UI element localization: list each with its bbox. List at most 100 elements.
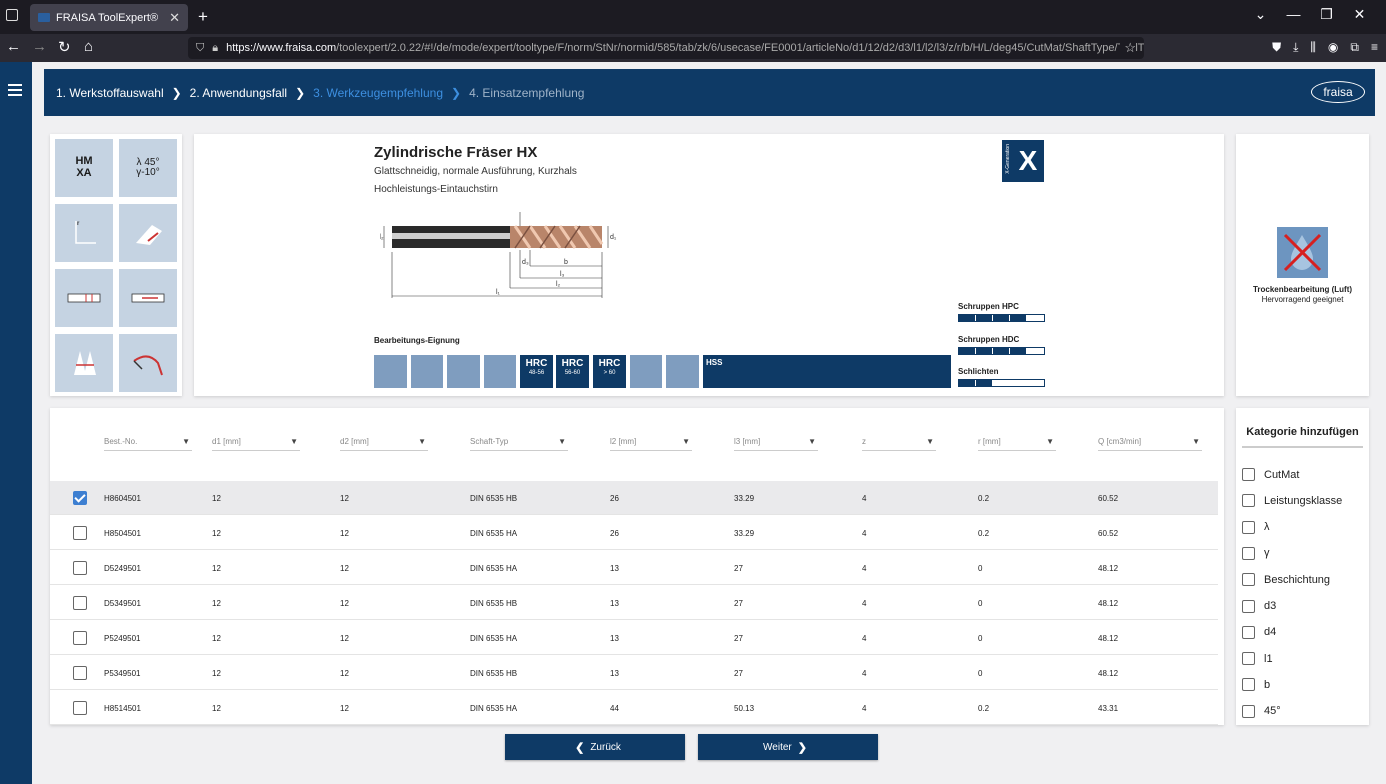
category-checkbox[interactable]: [1242, 468, 1255, 481]
extensions-icon[interactable]: ⧉: [1350, 40, 1359, 55]
bookmark-star-icon[interactable]: ☆: [1120, 40, 1136, 56]
tab-list-icon[interactable]: [6, 9, 18, 21]
header-l2[interactable]: l2 [mm] ▼: [610, 433, 692, 451]
category-item[interactable]: b: [1242, 678, 1270, 692]
category-item[interactable]: l1: [1242, 652, 1273, 666]
next-button[interactable]: Weiter ❯: [698, 734, 878, 760]
x-generation-logo: X-Generation X: [1002, 140, 1044, 182]
list-all-tabs-icon[interactable]: ⌄: [1244, 6, 1277, 23]
cell-d2: 12: [340, 529, 349, 538]
home-icon[interactable]: ⌂: [84, 38, 93, 55]
table-row[interactable]: P5249501 12 12 DIN 6535 HA 13 27 4 0 48.12: [50, 621, 1218, 655]
library-icon[interactable]: ⫼: [1310, 40, 1316, 55]
step-werkstoffauswahl[interactable]: 1. Werkstoffauswahl ❯: [56, 86, 190, 100]
table-row[interactable]: D5249501 12 12 DIN 6535 HA 13 27 4 0 48.12: [50, 551, 1218, 585]
download-icon[interactable]: ⤓: [1293, 40, 1298, 55]
category-item[interactable]: Leistungsklasse: [1242, 494, 1342, 508]
step-anwendungsfall[interactable]: 2. Anwendungsfall ❯: [190, 86, 313, 100]
row-checkbox[interactable]: [73, 491, 87, 505]
pocket-icon[interactable]: ⛊: [1272, 40, 1281, 55]
cell-d1: 12: [212, 564, 221, 573]
cell-z: 4: [862, 564, 867, 573]
hamburger-menu-icon[interactable]: [8, 84, 22, 99]
table-row[interactable]: D5349501 12 12 DIN 6535 HB 13 27 4 0 48.12: [50, 586, 1218, 620]
cell-shaft: DIN 6535 HA: [470, 529, 518, 538]
header-d1[interactable]: d1 [mm] ▼: [212, 433, 300, 451]
category-item[interactable]: 45°: [1242, 704, 1281, 718]
category-item[interactable]: λ: [1242, 520, 1270, 534]
category-item[interactable]: d4: [1242, 625, 1276, 639]
category-checkbox[interactable]: [1242, 599, 1255, 613]
cell-r: 0.2: [978, 494, 990, 503]
step-werkzeugempfehlung[interactable]: 3. Werkzeugempfehlung ❯: [313, 86, 469, 100]
close-tab-icon[interactable]: ✕: [169, 10, 180, 26]
step-einsatzempfehlung[interactable]: 4. Einsatzempfehlung: [469, 86, 584, 100]
category-checkbox[interactable]: [1242, 520, 1255, 534]
row-checkbox[interactable]: [73, 561, 87, 575]
close-window-icon[interactable]: ✕: [1343, 6, 1376, 23]
header-label: Q [cm3/min]: [1098, 437, 1142, 446]
table-row[interactable]: H8514501 12 12 DIN 6535 HA 44 50.13 4 0.2 43.31: [50, 691, 1218, 725]
cell-z: 4: [862, 599, 867, 608]
row-checkbox[interactable]: [73, 596, 87, 610]
category-item[interactable]: Beschichtung: [1242, 573, 1330, 587]
table-row[interactable]: P5349501 12 12 DIN 6535 HB 13 27 4 0 48.12: [50, 656, 1218, 690]
reload-icon[interactable]: ↻: [58, 38, 71, 56]
category-item[interactable]: d3: [1242, 599, 1276, 613]
account-icon[interactable]: ◉: [1328, 40, 1338, 55]
chevron-right-icon: ❯: [171, 85, 182, 100]
caret-down-icon[interactable]: ▼: [1192, 437, 1200, 446]
category-panel: Kategorie hinzufügen CutMat Leistungsklas…: [1236, 408, 1369, 725]
url-bar[interactable]: ⛉ 🔒︎ https://www.fraisa.com /toolexpert/…: [188, 37, 1144, 59]
minimize-icon[interactable]: —: [1277, 6, 1310, 23]
caret-down-icon[interactable]: ▼: [682, 437, 690, 446]
tool-drawing: d₁ d₂ d₃ b l₃ l₂ l₁: [380, 212, 617, 298]
header-r[interactable]: r [mm] ▼: [978, 433, 1056, 451]
header-l3[interactable]: l3 [mm] ▼: [734, 433, 818, 451]
header-z[interactable]: z ▼: [862, 433, 936, 451]
cell-q: 48.12: [1098, 564, 1119, 573]
forward-arrow-icon[interactable]: →: [32, 38, 47, 55]
category-checkbox[interactable]: [1242, 678, 1255, 692]
menu-icon[interactable]: ≡: [1371, 40, 1378, 55]
new-tab-button[interactable]: +: [198, 7, 208, 27]
header-d2[interactable]: d2 [mm] ▼: [340, 433, 428, 451]
category-item[interactable]: γ: [1242, 546, 1270, 560]
cell-l3: 27: [734, 599, 743, 608]
restore-icon[interactable]: ❐: [1310, 6, 1343, 23]
caret-down-icon[interactable]: ▼: [182, 437, 190, 446]
browser-tab[interactable]: FRAISA ToolExpert® ✕: [30, 4, 188, 31]
cell-l2: 13: [610, 634, 619, 643]
caret-down-icon[interactable]: ▼: [558, 437, 566, 446]
category-checkbox[interactable]: [1242, 625, 1255, 639]
caret-down-icon[interactable]: ▼: [418, 437, 426, 446]
row-checkbox[interactable]: [73, 526, 87, 540]
back-arrow-icon[interactable]: ←: [6, 38, 21, 55]
back-button[interactable]: ❮ Zurück: [505, 734, 685, 760]
header-schaft-typ[interactable]: Schaft-Typ ▼: [470, 433, 568, 451]
row-checkbox[interactable]: [73, 666, 87, 680]
category-label: l1: [1264, 652, 1273, 665]
table-row[interactable]: H8604501 12 12 DIN 6535 HB 26 33.29 4 0.2 60.52: [50, 481, 1218, 515]
table-row[interactable]: H8504501 12 12 DIN 6535 HA 26 33.29 4 0.2 60.52: [50, 516, 1218, 550]
category-label: γ: [1264, 547, 1270, 560]
lock-icon[interactable]: 🔒︎: [212, 42, 218, 55]
caret-down-icon[interactable]: ▼: [290, 437, 298, 446]
category-checkbox[interactable]: [1242, 546, 1255, 560]
caret-down-icon[interactable]: ▼: [926, 437, 934, 446]
category-checkbox[interactable]: [1242, 704, 1255, 718]
caret-down-icon[interactable]: ▼: [1046, 437, 1054, 446]
category-checkbox[interactable]: [1242, 494, 1255, 508]
row-checkbox[interactable]: [73, 631, 87, 645]
cell-no: D5349501: [104, 599, 141, 608]
category-checkbox[interactable]: [1242, 652, 1255, 666]
shield-icon[interactable]: ⛉: [196, 42, 204, 55]
header-best-no[interactable]: Best.-No. ▼: [104, 433, 192, 451]
header-q[interactable]: Q [cm3/min] ▼: [1098, 433, 1202, 451]
category-checkbox[interactable]: [1242, 573, 1255, 587]
back-button-label: Zurück: [590, 741, 621, 753]
cutting-edge-icon: [119, 204, 177, 262]
category-item[interactable]: CutMat: [1242, 468, 1299, 481]
caret-down-icon[interactable]: ▼: [808, 437, 816, 446]
row-checkbox[interactable]: [73, 701, 87, 715]
